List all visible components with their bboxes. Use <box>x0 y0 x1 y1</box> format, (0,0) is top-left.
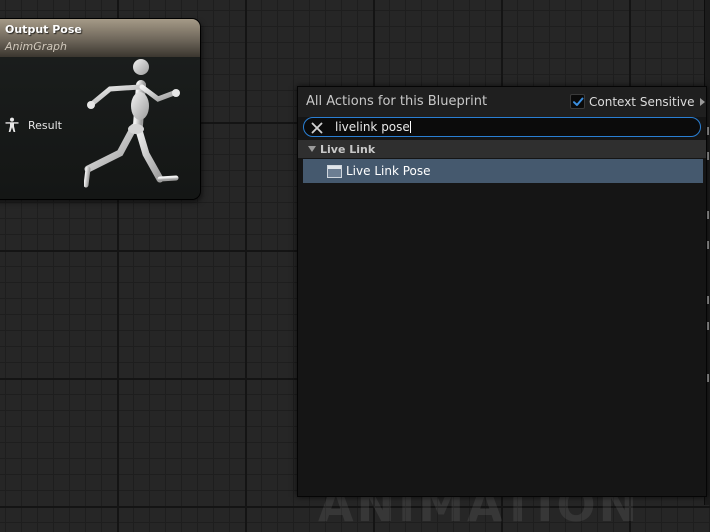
checkmark-icon <box>572 97 583 106</box>
chevron-right-icon[interactable] <box>699 97 705 106</box>
category-label: Live Link <box>320 142 376 156</box>
action-search-box[interactable] <box>303 117 701 137</box>
result-pin-label: Result <box>28 118 62 132</box>
result-pin[interactable]: Result <box>4 117 62 133</box>
context-sensitive-toggle[interactable]: Context Sensitive <box>570 94 705 109</box>
action-menu-title: All Actions for this Blueprint <box>306 94 488 109</box>
category-live-link[interactable]: Live Link <box>298 140 706 158</box>
text-caret <box>410 121 411 133</box>
context-sensitive-checkbox[interactable] <box>570 94 585 109</box>
node-subtitle: AnimGraph <box>5 40 68 53</box>
person-pose-icon <box>4 117 20 133</box>
context-sensitive-label: Context Sensitive <box>589 94 695 109</box>
close-icon[interactable] <box>310 120 324 134</box>
output-pose-node[interactable]: Output Pose AnimGraph Result <box>0 19 200 199</box>
node-header[interactable]: Output Pose AnimGraph <box>0 19 200 57</box>
action-item-live-link-pose[interactable]: Live Link Pose <box>303 159 703 183</box>
action-menu-header: All Actions for this Blueprint Context S… <box>298 87 706 117</box>
function-node-icon <box>327 164 342 178</box>
mannequin-running-icon <box>83 59 200 199</box>
action-item-label: Live Link Pose <box>346 164 431 178</box>
node-title: Output Pose <box>5 23 82 36</box>
action-search-input[interactable] <box>335 119 635 135</box>
expand-arrow-icon[interactable] <box>308 146 316 152</box>
action-menu[interactable]: All Actions for this Blueprint Context S… <box>297 86 707 497</box>
node-body: Result <box>0 57 200 199</box>
